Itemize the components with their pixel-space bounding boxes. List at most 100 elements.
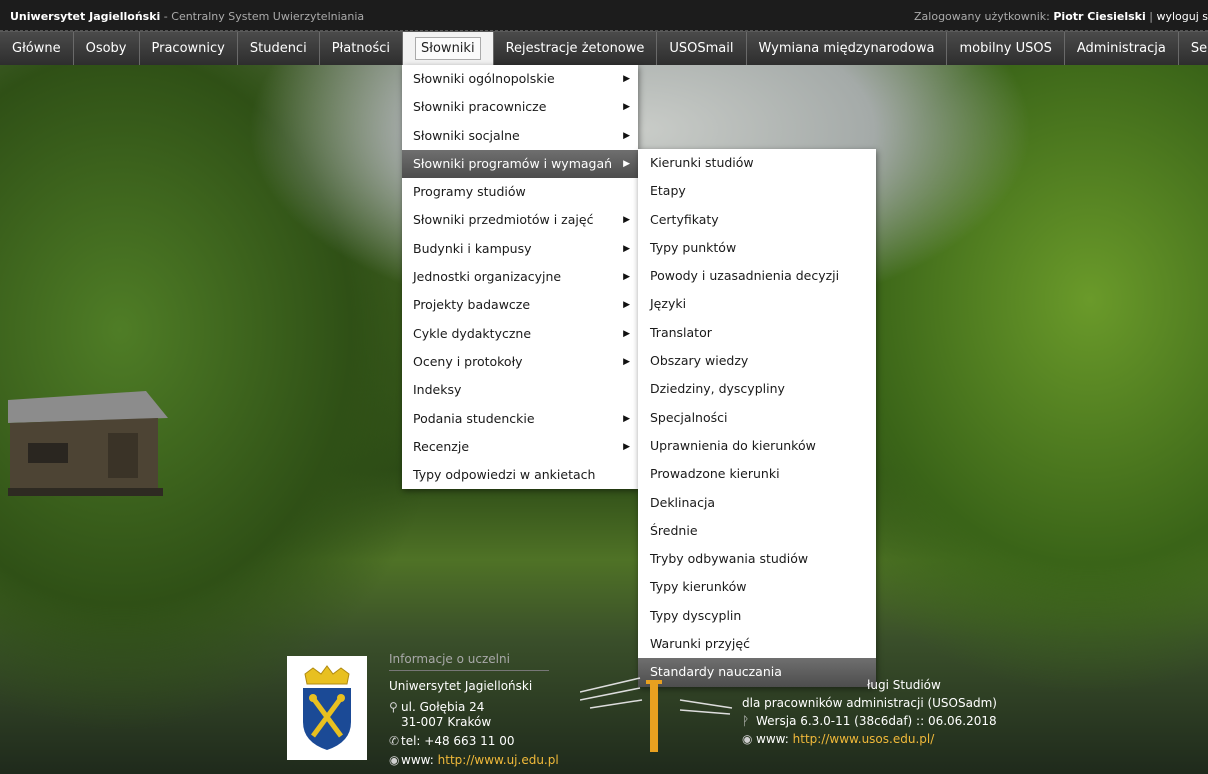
submenu-item[interactable]: Obszary wiedzy bbox=[638, 347, 876, 375]
usos-logo-icon bbox=[580, 677, 733, 752]
submenu-item[interactable]: Powody i uzasadnienia decyzji bbox=[638, 262, 876, 290]
system-name: - Centralny System Uwierzytelniania bbox=[160, 10, 365, 23]
usos-title-line2: dla pracowników administracji (USOSadm) bbox=[742, 696, 997, 710]
slowniki-dropdown: Słowniki ogólnopolskie ▶ Słowniki pracown… bbox=[402, 65, 638, 490]
menu-item-osoby[interactable]: Osoby bbox=[74, 32, 140, 65]
info-header: Informacje o uczelni bbox=[389, 652, 549, 671]
submenu-item[interactable]: Typy punktów bbox=[638, 234, 876, 262]
dropdown-item-label: Słowniki programów i wymagań bbox=[413, 155, 613, 171]
submenu-item[interactable]: Deklinacja bbox=[638, 489, 876, 517]
university-name: Uniwersytet Jagielloński bbox=[10, 10, 161, 23]
submenu-item[interactable]: Prowadzone kierunki bbox=[638, 460, 876, 488]
usos-title-line1: ługi Studiów bbox=[742, 676, 997, 694]
dropdown-item[interactable]: Słowniki pracownicze ▶ bbox=[402, 93, 638, 121]
user-name: Piotr Ciesielski bbox=[1053, 10, 1146, 23]
dropdown-item-label: Projekty badawcze bbox=[413, 297, 531, 313]
globe-icon: ◉ bbox=[389, 753, 400, 767]
dropdown-item[interactable]: Słowniki przedmiotów i zajęć ▶ bbox=[402, 206, 638, 234]
usos-info: ługi Studiów dla pracowników administrac… bbox=[742, 676, 997, 748]
dropdown-item[interactable]: Programy studiów bbox=[402, 178, 638, 206]
usos-title-text: ługi Studiów bbox=[867, 678, 941, 692]
dropdown-item[interactable]: Podania studenckie ▶ bbox=[402, 405, 638, 433]
submenu-item[interactable]: Typy kierunków bbox=[638, 573, 876, 601]
submenu-arrow-icon: ▶ bbox=[623, 356, 630, 367]
dropdown-item[interactable]: Indeksy bbox=[402, 376, 638, 404]
user-info: Zalogowany użytkownik: Piotr Ciesielski … bbox=[914, 10, 1208, 23]
submenu-item[interactable]: Certyfikaty bbox=[638, 206, 876, 234]
menu-item-usosmail[interactable]: USOSmail bbox=[657, 32, 747, 65]
street-text: ul. Gołębia 24 bbox=[401, 700, 485, 714]
website: ◉ www: http://www.uj.edu.pl bbox=[389, 753, 559, 768]
dropdown-item[interactable]: Oceny i protokoły ▶ bbox=[402, 348, 638, 376]
usos-website-link[interactable]: http://www.usos.edu.pl/ bbox=[793, 732, 935, 746]
dropdown-item[interactable]: Jednostki organizacyjne ▶ bbox=[402, 263, 638, 291]
submenu-item[interactable]: Tryby odbywania studiów bbox=[638, 545, 876, 573]
system-title: Uniwersytet Jagielloński - Centralny Sys… bbox=[10, 10, 364, 23]
usos-www-label: www: bbox=[756, 732, 793, 746]
submenu-item[interactable]: Etapy bbox=[638, 177, 876, 205]
dropdown-item[interactable]: Słowniki ogólnopolskie ▶ bbox=[402, 65, 638, 93]
menu-item-slowniki[interactable]: Słowniki bbox=[403, 32, 494, 65]
submenu-item[interactable]: Średnie bbox=[638, 517, 876, 545]
menu-item-mobilny-usos[interactable]: mobilny USOS bbox=[947, 32, 1065, 65]
dropdown-item-label: Słowniki socjalne bbox=[413, 127, 520, 143]
phone: ✆ tel: +48 663 11 00 bbox=[389, 734, 559, 749]
main-menu: Główne Osoby Pracownicy Studenci Płatnoś… bbox=[0, 31, 1208, 65]
city-text: 31-007 Kraków bbox=[401, 715, 492, 729]
address-city: 31-007 Kraków bbox=[389, 715, 559, 730]
submenu-item[interactable]: Typy dyscyplin bbox=[638, 602, 876, 630]
university-info: Informacje o uczelni Uniwersytet Jagiell… bbox=[389, 652, 559, 768]
submenu-arrow-icon: ▶ bbox=[623, 215, 630, 226]
dropdown-item[interactable]: Słowniki socjalne ▶ bbox=[402, 122, 638, 150]
address-street: ⚲ ul. Gołębia 24 bbox=[389, 700, 559, 715]
dropdown-item[interactable]: Typy odpowiedzi w ankietach bbox=[402, 461, 638, 489]
top-bar: Uniwersytet Jagielloński - Centralny Sys… bbox=[0, 0, 1208, 31]
user-prefix: Zalogowany użytkownik: bbox=[914, 10, 1054, 23]
phone-text: tel: +48 663 11 00 bbox=[401, 734, 515, 748]
dropdown-item[interactable]: Projekty badawcze ▶ bbox=[402, 291, 638, 319]
submenu-item[interactable]: Kierunki studiów bbox=[638, 149, 876, 177]
background-house-image bbox=[8, 391, 168, 496]
dropdown-item-label: Słowniki ogólnopolskie bbox=[413, 71, 555, 86]
menu-item-rejestracje[interactable]: Rejestracje żetonowe bbox=[494, 32, 658, 65]
submenu-item[interactable]: Języki bbox=[638, 290, 876, 318]
menu-item-studenci[interactable]: Studenci bbox=[238, 32, 320, 65]
dropdown-item-highlighted[interactable]: Słowniki programów i wymagań ▶ bbox=[402, 149, 638, 179]
menu-item-platnosci[interactable]: Płatności bbox=[320, 32, 404, 65]
menu-item-glowne[interactable]: Główne bbox=[0, 32, 74, 65]
dropdown-item[interactable]: Recenzje ▶ bbox=[402, 433, 638, 461]
dropdown-item-label: Programy studiów bbox=[413, 184, 526, 200]
programy-submenu: Kierunki studiów Etapy Certyfikaty Typy … bbox=[638, 149, 876, 687]
dropdown-item-label: Jednostki organizacyjne bbox=[413, 269, 562, 285]
submenu-arrow-icon: ▶ bbox=[623, 272, 630, 283]
branch-icon: ᚹ bbox=[742, 714, 750, 728]
menu-item-pracownicy[interactable]: Pracownicy bbox=[140, 32, 238, 65]
dropdown-item[interactable]: Cykle dydaktyczne ▶ bbox=[402, 320, 638, 348]
menu-item-serwis[interactable]: Serwis bbox=[1179, 32, 1208, 65]
dropdown-item-label: Budynki i kampusy bbox=[413, 240, 532, 256]
dropdown-item-label: Cykle dydaktyczne bbox=[413, 325, 532, 341]
submenu-item[interactable]: Uprawnienia do kierunków bbox=[638, 432, 876, 460]
globe-icon: ◉ bbox=[742, 732, 753, 746]
submenu-arrow-icon: ▶ bbox=[623, 328, 630, 339]
menu-item-administracja[interactable]: Administracja bbox=[1065, 32, 1179, 65]
menu-item-slowniki-label: Słowniki bbox=[415, 37, 481, 60]
dropdown-item-label: Indeksy bbox=[413, 382, 462, 398]
submenu-arrow-icon: ▶ bbox=[623, 158, 630, 169]
separator: | bbox=[1145, 10, 1157, 23]
logout-link[interactable]: wyloguj s bbox=[1156, 10, 1208, 23]
menu-item-wymiana[interactable]: Wymiana międzynarodowa bbox=[747, 32, 948, 65]
dropdown-item[interactable]: Budynki i kampusy ▶ bbox=[402, 235, 638, 263]
submenu-item[interactable]: Translator bbox=[638, 319, 876, 347]
submenu-item[interactable]: Dziedziny, dyscypliny bbox=[638, 375, 876, 403]
dropdown-item-label: Słowniki przedmiotów i zajęć bbox=[413, 212, 594, 228]
version-text: Wersja 6.3.0-11 (38c6daf) :: 06.06.2018 bbox=[756, 714, 997, 728]
university-website-link[interactable]: http://www.uj.edu.pl bbox=[438, 753, 559, 767]
submenu-arrow-icon: ▶ bbox=[623, 130, 630, 141]
submenu-item[interactable]: Warunki przyjęć bbox=[638, 630, 876, 658]
university-name-footer: Uniwersytet Jagielloński bbox=[389, 679, 533, 693]
submenu-item[interactable]: Specjalności bbox=[638, 404, 876, 432]
university-logo bbox=[287, 656, 367, 760]
phone-icon: ✆ bbox=[389, 734, 400, 748]
dropdown-item-label: Podania studenckie bbox=[413, 410, 535, 426]
